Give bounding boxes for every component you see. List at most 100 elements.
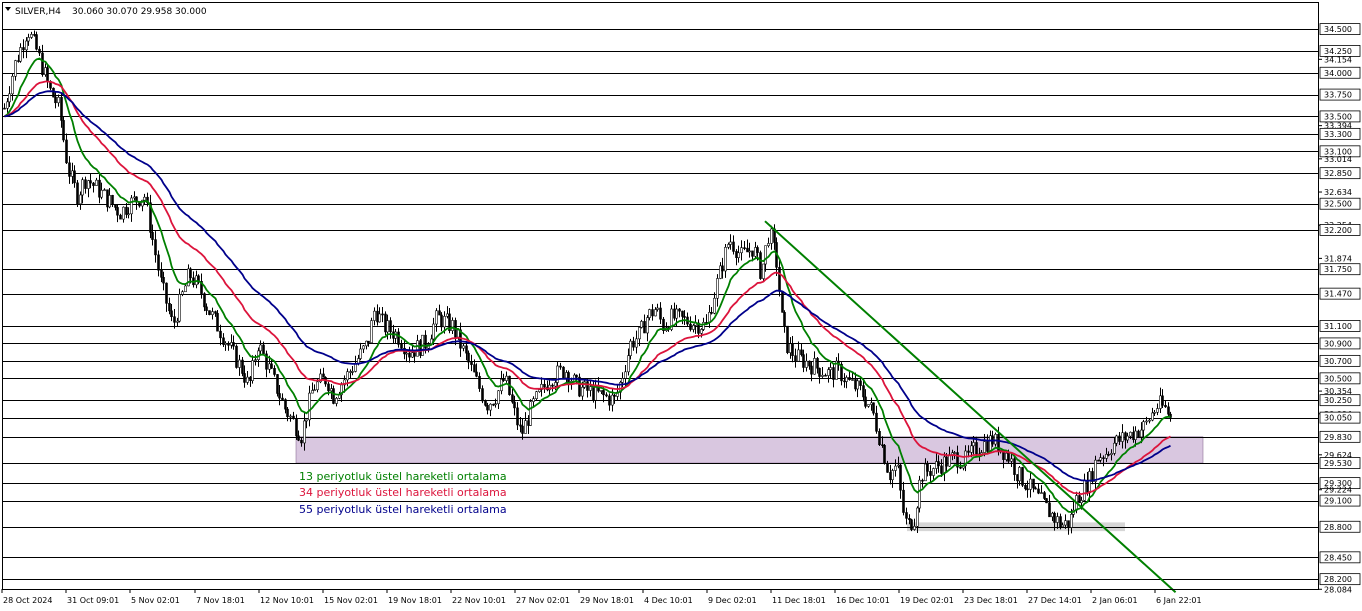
candle-body <box>87 180 90 189</box>
candle-body <box>929 471 932 476</box>
candle-body <box>511 394 514 403</box>
legend-ema-55: 55 periyotluk üstel hareketli ortalama <box>299 503 507 516</box>
time-tick-label: 9 Dec 02:01 <box>708 596 757 605</box>
candle-body <box>89 180 92 184</box>
candle-body <box>1153 411 1156 414</box>
candle-body <box>19 47 22 62</box>
candle-body <box>710 312 713 314</box>
candle-body <box>154 239 157 256</box>
candle-body <box>438 310 441 316</box>
candle-body <box>1051 512 1054 518</box>
candle-body <box>286 408 289 417</box>
candle-body <box>1161 395 1164 406</box>
candle-body <box>249 376 252 381</box>
candle-body <box>273 368 276 375</box>
candle-body <box>1032 478 1035 489</box>
candle-body <box>783 312 786 327</box>
candle-body <box>303 420 306 444</box>
candle-body <box>767 243 770 246</box>
candle-body <box>143 196 146 201</box>
candle-body <box>443 316 446 328</box>
candle-body <box>432 323 435 340</box>
candle-body <box>794 355 797 362</box>
candle-body <box>351 371 354 373</box>
candle-body <box>1064 520 1067 526</box>
candle-body <box>189 268 192 279</box>
time-tick-label: 27 Dec 14:01 <box>1028 596 1082 605</box>
candle-body <box>25 40 28 51</box>
candle-body <box>994 433 997 445</box>
candle-body <box>284 399 287 410</box>
time-tick-label: 28 Oct 2024 <box>3 596 52 605</box>
candle-body <box>60 97 63 121</box>
candle-body <box>1034 487 1037 490</box>
candle-body <box>1080 500 1083 504</box>
candle-body <box>802 354 805 368</box>
support-zone <box>295 436 1204 464</box>
candle-body <box>586 381 589 391</box>
candle-body <box>73 170 76 184</box>
candle-body <box>926 463 929 472</box>
time-tick-label: 29 Nov 18:01 <box>580 596 634 605</box>
candle-body <box>95 179 98 186</box>
candle-body <box>8 93 11 103</box>
candle-body <box>216 313 219 332</box>
candle-body <box>727 244 730 248</box>
candle-body <box>222 337 225 345</box>
candle-body <box>440 314 443 328</box>
candle-body <box>168 303 171 312</box>
candle-body <box>1048 502 1051 518</box>
price-tick-label: 33.300 <box>1324 130 1352 139</box>
candle-body <box>486 405 489 411</box>
candle-body <box>689 323 692 330</box>
candle-body <box>133 196 136 199</box>
candle-body <box>1134 430 1137 440</box>
candle-body <box>975 442 978 455</box>
candle-body <box>327 383 330 392</box>
candle-body <box>176 320 179 323</box>
candle-body <box>92 182 95 186</box>
candle-body <box>800 349 803 355</box>
price-tick-label: 33.014 <box>1324 155 1352 164</box>
candle-body <box>62 120 65 141</box>
candle-body <box>111 195 114 205</box>
candle-body <box>335 398 338 404</box>
candle-body <box>6 101 9 109</box>
candle-body <box>1126 435 1129 441</box>
candle-body <box>613 394 616 397</box>
candle-body <box>605 394 608 397</box>
candle-body <box>732 241 735 252</box>
candle-body <box>98 179 101 198</box>
candle-body <box>716 278 719 299</box>
candle-body <box>913 526 916 530</box>
candle-body <box>656 307 659 310</box>
price-tick-label: 34.154 <box>1324 55 1352 64</box>
candle-body <box>494 403 497 406</box>
candle-body <box>108 195 111 208</box>
candle-body <box>743 247 746 249</box>
candle-body <box>151 232 154 240</box>
candle-body <box>84 179 87 189</box>
candle-body <box>465 345 468 354</box>
candle-body <box>683 316 686 318</box>
price-tick-label: 30.050 <box>1324 414 1352 423</box>
candle-body <box>475 371 478 377</box>
candle-body <box>54 96 57 104</box>
candle-body <box>918 479 921 509</box>
candle-body <box>373 310 376 321</box>
candle-body <box>810 365 813 375</box>
candle-body <box>848 377 851 380</box>
candle-body <box>624 371 627 379</box>
candle-body <box>1067 520 1070 528</box>
price-chart[interactable]: 34.50034.25034.15434.00033.75033.50033.3… <box>0 0 1362 611</box>
candle-body <box>529 401 532 426</box>
candle-body <box>797 349 800 362</box>
candle-body <box>68 162 71 177</box>
candle-body <box>778 267 781 292</box>
price-tick-label: 29.830 <box>1324 433 1352 442</box>
candle-body <box>902 489 905 513</box>
candle-body <box>643 321 646 334</box>
candle-body <box>748 250 751 253</box>
candle-body <box>316 381 319 391</box>
candle-body <box>640 321 643 328</box>
